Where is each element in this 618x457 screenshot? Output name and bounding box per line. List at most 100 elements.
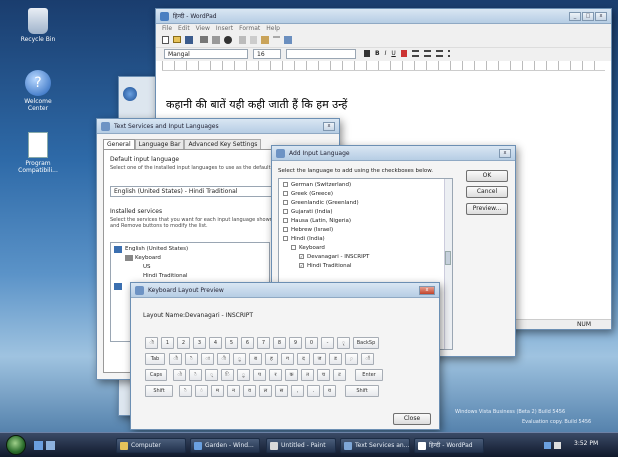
expander-icon[interactable] — [291, 245, 296, 250]
keyboard-key[interactable]: ल — [259, 385, 272, 397]
keyboard-key[interactable]: ौ — [169, 353, 182, 365]
language-list-item[interactable]: Greenlandic (Greenland) — [283, 200, 359, 206]
language-list-item[interactable]: ✓ Devanagari - INSCRIPT — [299, 254, 369, 260]
undo-icon[interactable] — [273, 36, 280, 42]
expander-icon[interactable] — [283, 182, 288, 187]
wordpad-titlebar[interactable]: हिन्दी - WordPad _ □ x — [156, 9, 611, 24]
cut-icon[interactable] — [239, 36, 246, 44]
tree-english[interactable]: English (United States) — [125, 246, 188, 252]
language-list-item[interactable]: German (Switzerland) — [283, 182, 351, 188]
keyboard-key[interactable]: Shift — [145, 385, 173, 397]
minimize-button[interactable]: _ — [569, 11, 581, 21]
keyboard-key[interactable]: 6 — [241, 337, 254, 349]
desktop-icon-recycle-bin[interactable]: Recycle Bin — [14, 8, 62, 43]
taskbar-button[interactable]: Untitled - Paint — [266, 438, 336, 453]
scroll-thumb[interactable] — [445, 251, 451, 265]
keyboard-key[interactable]: 7 — [257, 337, 270, 349]
open-icon[interactable] — [173, 36, 181, 43]
insert-datetime-icon[interactable] — [284, 36, 292, 44]
keyboard-key[interactable]: स — [275, 385, 288, 397]
menu-edit[interactable]: Edit — [178, 25, 190, 33]
keyboard-key[interactable]: ट — [333, 369, 346, 381]
tree-us[interactable]: US — [143, 264, 151, 270]
keyboard-key[interactable]: ब — [249, 353, 262, 365]
align-left-icon[interactable] — [411, 50, 419, 57]
keyboard-key[interactable]: 5 — [225, 337, 238, 349]
keyboard-key[interactable]: 9 — [289, 337, 302, 349]
close-dialog-button[interactable]: Close — [393, 413, 431, 425]
language-list-item[interactable]: Keyboard — [291, 245, 325, 251]
menu-help[interactable]: Help — [266, 25, 280, 33]
keyboard-key[interactable]: र — [269, 369, 282, 381]
volume-icon[interactable] — [554, 442, 561, 449]
paste-icon[interactable] — [261, 36, 269, 44]
keyboard-key[interactable]: ृ — [337, 337, 350, 349]
keyboard-key[interactable]: न — [227, 385, 240, 397]
checked-checkbox[interactable]: ✓ — [299, 254, 304, 259]
keyboard-key[interactable]: ो — [173, 369, 186, 381]
close-button[interactable]: x — [323, 121, 335, 131]
language-list-item[interactable]: ✓ Hindi Traditional — [299, 263, 352, 269]
keyboard-key[interactable]: ज — [313, 353, 326, 365]
keyboard-key[interactable]: ॊ — [145, 337, 158, 349]
close-button[interactable]: x — [419, 285, 435, 295]
cancel-button[interactable]: Cancel — [466, 186, 508, 198]
keyboard-key[interactable]: Caps — [145, 369, 167, 381]
start-button[interactable] — [6, 435, 26, 455]
new-icon[interactable] — [162, 36, 169, 44]
desktop-icon-welcome-center[interactable]: ? Welcome Center — [14, 70, 62, 112]
keyboard-key[interactable]: Tab — [145, 353, 165, 365]
language-list-item[interactable]: Hebrew (Israel) — [283, 227, 333, 233]
keyboard-key[interactable]: Shift — [345, 385, 379, 397]
script-select[interactable] — [286, 49, 356, 59]
keyboard-key[interactable]: . — [307, 385, 320, 397]
expander-icon[interactable] — [283, 200, 288, 205]
keyboard-key[interactable]: य — [323, 385, 336, 397]
find-icon[interactable] — [224, 36, 232, 44]
expander-icon[interactable] — [283, 218, 288, 223]
keyboard-key[interactable]: ह — [265, 353, 278, 365]
keyboard-key[interactable]: व — [243, 385, 256, 397]
print-preview-icon[interactable] — [212, 36, 220, 44]
back-nav-icon[interactable] — [123, 87, 137, 101]
keyboard-key[interactable]: ै — [185, 353, 198, 365]
expander-icon[interactable] — [283, 227, 288, 232]
menu-insert[interactable]: Insert — [216, 25, 233, 33]
maximize-button[interactable]: □ — [582, 11, 594, 21]
underline-button[interactable]: U — [391, 50, 395, 57]
menu-view[interactable]: View — [196, 25, 210, 33]
align-right-icon[interactable] — [435, 50, 443, 57]
keyboard-key[interactable]: ी — [217, 353, 230, 365]
preview-button[interactable]: Preview... — [466, 203, 508, 215]
keyboard-key[interactable]: ् — [205, 369, 218, 381]
keyboard-key[interactable]: 2 — [177, 337, 190, 349]
keyboard-key[interactable]: म — [211, 385, 224, 397]
font-color-icon[interactable] — [364, 50, 370, 57]
tree-keyboard[interactable]: Keyboard — [135, 255, 161, 261]
keyboard-key[interactable]: Enter — [355, 369, 383, 381]
keyboard-key[interactable]: ू — [233, 353, 246, 365]
taskbar-button[interactable]: Text Services an... — [340, 438, 410, 453]
keyboard-key[interactable]: त — [301, 369, 314, 381]
keyboard-key[interactable]: ि — [221, 369, 234, 381]
keyboard-key[interactable]: ु — [237, 369, 250, 381]
bold-button[interactable]: B — [375, 50, 380, 57]
keyboard-key[interactable]: 3 — [193, 337, 206, 349]
close-button[interactable]: x — [499, 148, 511, 158]
save-icon[interactable] — [185, 36, 193, 44]
font-size-select[interactable]: 16 — [253, 49, 281, 59]
keyboard-key[interactable]: ड — [329, 353, 342, 365]
language-list-item[interactable]: Greek (Greece) — [283, 191, 333, 197]
close-button[interactable]: x — [595, 11, 607, 21]
keyboard-key[interactable]: च — [317, 369, 330, 381]
text-services-titlebar[interactable]: Text Services and Input Languages x — [97, 119, 339, 134]
expander-icon[interactable] — [283, 191, 288, 196]
keyboard-key[interactable]: प — [253, 369, 266, 381]
keyboard-key[interactable]: , — [291, 385, 304, 397]
keyboard-key[interactable]: े — [189, 369, 202, 381]
tree-hindi-traditional[interactable]: Hindi Traditional — [143, 273, 188, 279]
menu-file[interactable]: File — [162, 25, 172, 33]
clock[interactable]: 3:52 PM — [574, 440, 598, 447]
language-list-item[interactable]: Gujarati (India) — [283, 209, 333, 215]
desktop-icon-program-compatibility[interactable]: Program Compatibili... — [14, 132, 62, 174]
